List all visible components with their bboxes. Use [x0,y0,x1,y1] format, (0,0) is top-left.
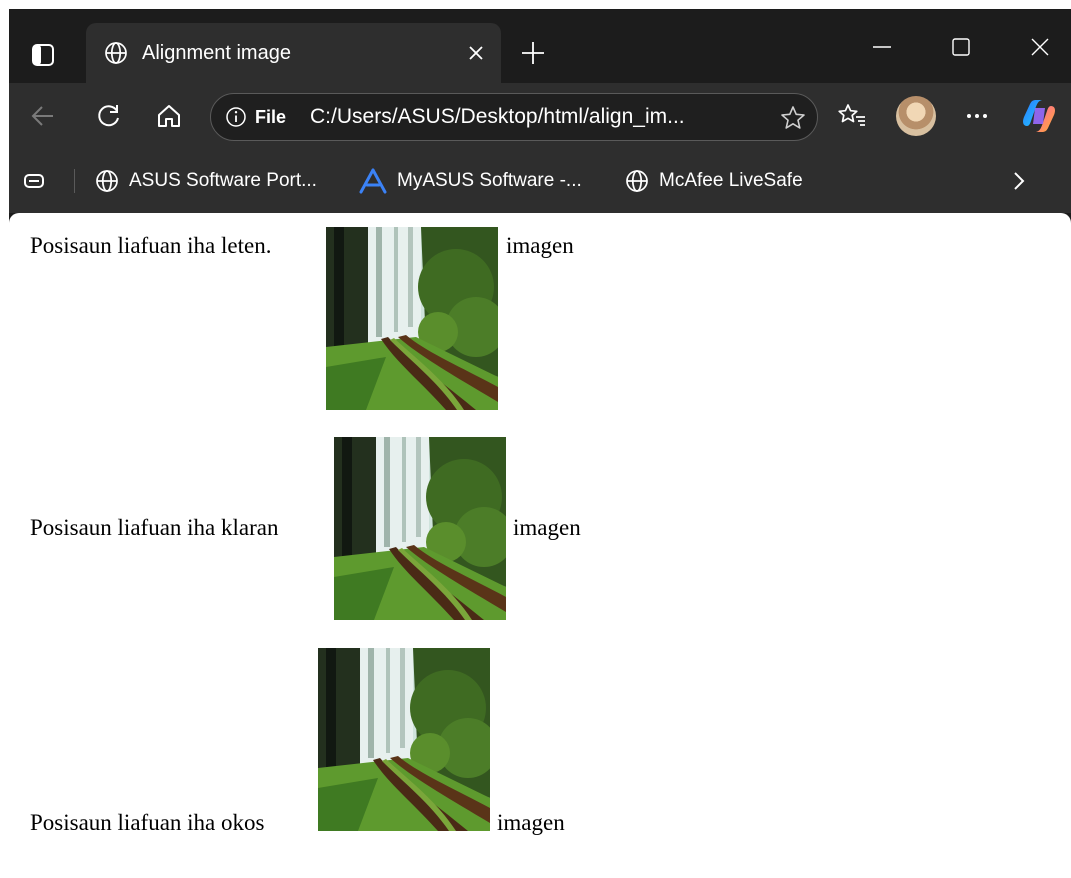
page-viewport: Posisaun liafuan iha leten. imagen Posis… [9,213,1071,878]
bookmark-label: MyASUS Software -... [397,170,582,191]
bookmark-myasus-software[interactable]: MyASUS Software -... [359,149,582,213]
maximize-icon[interactable] [936,27,986,67]
address-bar[interactable]: File C:/Users/ASUS/Desktop/html/align_im… [210,93,818,141]
tab-active[interactable]: Alignment image [86,23,501,83]
globe-icon [625,169,649,193]
tab-actions-icon[interactable] [23,35,63,75]
minimize-icon[interactable] [857,27,907,67]
tab-title: Alignment image [142,41,291,64]
row-middle-text: Posisaun liafuan iha klaran [30,515,279,540]
more-menu-icon[interactable] [957,96,997,136]
forest-image-middle [334,437,506,620]
bookmark-asus-software[interactable]: ASUS Software Port... [95,149,317,213]
forest-image-bottom [318,648,490,831]
row-middle-image-word: imagen [513,515,581,540]
copilot-icon[interactable] [1019,96,1059,136]
bookmarks-overflow-chevron-icon[interactable] [1009,149,1039,213]
home-icon[interactable] [149,96,189,136]
bookmarks-bar: ASUS Software Port... MyASUS Software -.… [9,149,1071,213]
myasus-logo-icon [359,168,387,194]
bookmark-label: ASUS Software Port... [129,170,317,191]
info-icon[interactable] [225,106,247,128]
row-bottom-text: Posisaun liafuan iha okos [30,810,265,835]
address-scheme-label: File [255,106,287,127]
favorite-star-icon[interactable] [779,104,807,132]
reading-list-icon[interactable] [23,149,55,213]
row-bottom-image-word: imagen [497,810,565,835]
navigation-bar: File C:/Users/ASUS/Desktop/html/align_im… [9,83,1071,149]
row-top-image-word: imagen [506,233,574,258]
globe-icon [104,41,128,65]
window-close-icon[interactable] [1015,27,1065,67]
bookmarks-separator [74,169,75,193]
profile-avatar[interactable] [896,96,936,136]
back-arrow-icon[interactable] [23,96,63,136]
new-tab-icon[interactable] [513,33,553,73]
globe-icon [95,169,119,193]
row-top-text: Posisaun liafuan iha leten. [30,233,272,258]
address-url[interactable]: C:/Users/ASUS/Desktop/html/align_im... [310,105,685,129]
bookmark-label: McAfee LiveSafe [659,170,803,191]
tab-bar: Alignment image [9,9,1071,85]
bookmark-mcafee-livesafe[interactable]: McAfee LiveSafe [625,149,803,213]
forest-image-top [326,227,498,410]
refresh-icon[interactable] [89,96,129,136]
tab-close-icon[interactable] [461,38,491,68]
favorites-icon[interactable] [832,96,872,136]
